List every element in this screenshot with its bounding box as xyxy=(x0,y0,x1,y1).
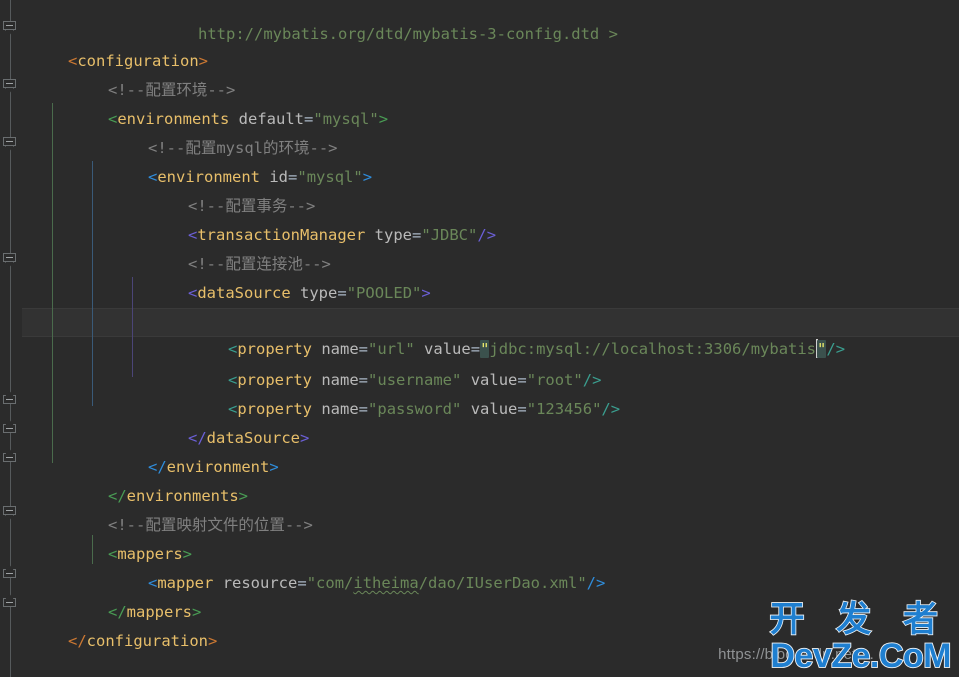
fold-end-configuration[interactable] xyxy=(3,593,18,608)
fold-end-datasource[interactable] xyxy=(3,390,18,405)
code-line-mappers-close[interactable]: </mappers> xyxy=(0,569,959,621)
code-line-mappers-open[interactable]: <mappers> xyxy=(0,511,959,563)
code-line-comment-env[interactable]: <!--配置环境--> xyxy=(0,47,959,99)
fold-toggle-environments[interactable] xyxy=(3,79,18,94)
code-line-environment-open[interactable]: <environment id="mysql"> xyxy=(0,134,959,186)
code-line-datasource-close[interactable]: </dataSource> xyxy=(0,395,959,447)
brand-watermark-chinese: 开 发 者 xyxy=(769,600,949,639)
code-line-datasource-open[interactable]: <dataSource type="POOLED"> xyxy=(0,250,959,302)
fold-toggle-datasource[interactable] xyxy=(3,253,18,268)
code-line-configuration-open[interactable]: <configuration> xyxy=(0,18,959,70)
code-line-environments-close[interactable]: </environments> xyxy=(0,453,959,505)
bracket-gt: > xyxy=(208,632,218,650)
fold-end-mappers[interactable] xyxy=(3,564,18,579)
devze-brand-watermark: 开 发 者 DevZe.CoM xyxy=(769,600,953,675)
code-line-comment-pool[interactable]: <!--配置连接池--> xyxy=(0,221,959,273)
bracket-lt-slash: </ xyxy=(68,632,87,650)
tag-name-configuration: configuration xyxy=(86,632,208,650)
indent-guide-level1 xyxy=(52,103,53,463)
code-content[interactable]: http://mybatis.org/dtd/mybatis-3-config.… xyxy=(0,0,959,677)
code-line-property-url[interactable]: <property name="url" value="jdbc:mysql:/… xyxy=(0,308,959,358)
code-line-mapper[interactable]: <mapper resource="com/itheima/dao/IUserD… xyxy=(0,540,959,592)
fold-end-environment[interactable] xyxy=(3,419,18,434)
fold-toggle-configuration[interactable] xyxy=(3,21,18,36)
code-line-property-username[interactable]: <property name="username" value="root"/> xyxy=(0,337,959,389)
indent-guide-level2 xyxy=(92,161,93,406)
code-line-environments-open[interactable]: <environments default="mysql"> xyxy=(0,76,959,128)
editor-gutter[interactable] xyxy=(0,0,22,677)
indent-guide-level2b xyxy=(92,535,93,564)
xml-code-editor[interactable]: http://mybatis.org/dtd/mybatis-3-config.… xyxy=(0,0,959,677)
fold-toggle-environment[interactable] xyxy=(3,137,18,152)
code-line-dtd-tail[interactable]: http://mybatis.org/dtd/mybatis-3-config.… xyxy=(0,0,959,43)
code-line-comment-transaction[interactable]: <!--配置事务--> xyxy=(0,163,959,215)
code-line-property-password[interactable]: <property name="password" value="123456"… xyxy=(0,366,959,418)
code-line-comment-mysql-env[interactable]: <!--配置mysql的环境--> xyxy=(0,105,959,157)
fold-end-environments[interactable] xyxy=(3,448,18,463)
code-line-property-driver[interactable]: <property name="driver" value="com.mysql… xyxy=(0,279,959,331)
code-line-comment-mapper-location[interactable]: <!--配置映射文件的位置--> xyxy=(0,482,959,534)
code-line-transactionmanager[interactable]: <transactionManager type="JDBC"/> xyxy=(0,192,959,244)
fold-toggle-mappers[interactable] xyxy=(3,506,18,521)
brand-watermark-latin: DevZe.CoM xyxy=(769,637,952,675)
code-line-environment-close[interactable]: </environment> xyxy=(0,424,959,476)
indent-guide-level3 xyxy=(132,277,133,377)
